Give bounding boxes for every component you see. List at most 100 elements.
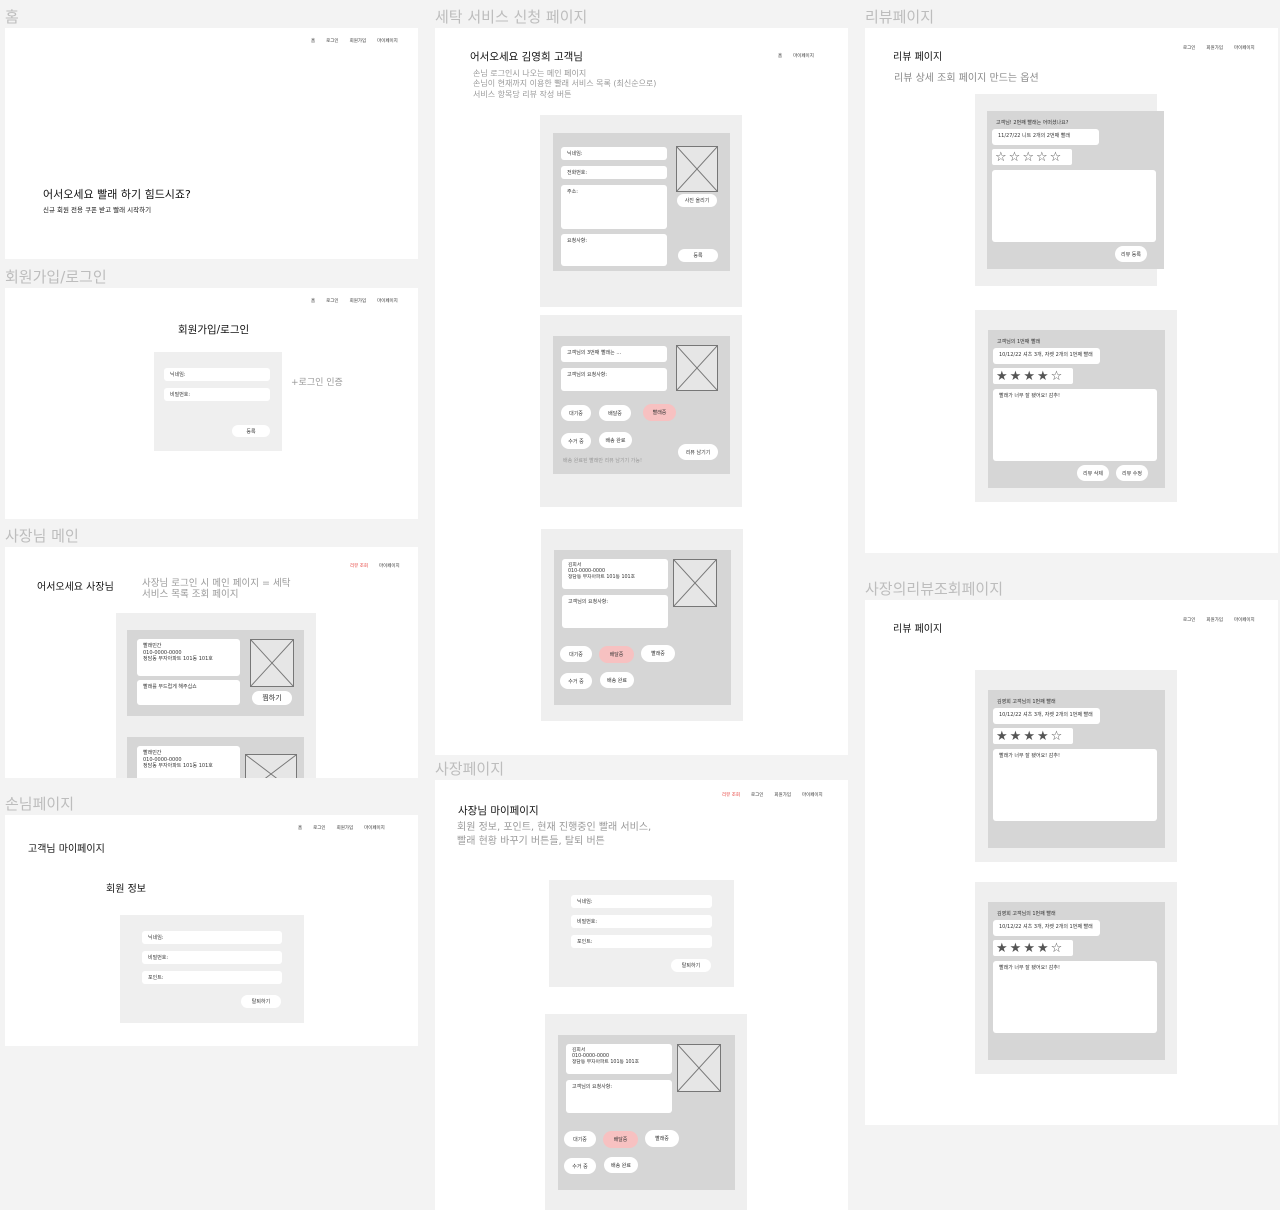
nav-mypage[interactable]: 마이페이지 <box>1234 617 1255 623</box>
status-delivering-button[interactable]: 배달중 <box>599 646 634 663</box>
nav-login[interactable]: 로그인 <box>313 825 325 831</box>
status-washing-button[interactable]: 빨래중 <box>643 404 676 421</box>
leave-review-button[interactable]: 리뷰 남기기 <box>678 444 718 460</box>
nav-home[interactable]: 홈 <box>311 298 315 304</box>
star-filled-icon: ★ <box>1036 728 1049 744</box>
star-rating: ★ ★ ★ ★ ☆ <box>993 940 1073 956</box>
password-field[interactable]: 비밀번호: <box>164 388 270 401</box>
service-card: 김희서 010-0000-0000 정담동 부자아파트 101동 101호 고객… <box>558 1035 735 1190</box>
customer-greeting: 어서오세요 김영희 고객님 <box>470 51 583 63</box>
phone-field[interactable]: 전화번호: <box>561 166 667 179</box>
status-waiting-button[interactable]: 대기중 <box>561 405 591 421</box>
status-delivering-button[interactable]: 배달중 <box>603 1131 638 1148</box>
nav-mypage[interactable]: 마이페이지 <box>1234 45 1255 51</box>
nav-mypage[interactable]: 마이페이지 <box>793 53 814 59</box>
star-empty-icon: ☆ <box>1050 368 1063 384</box>
withdraw-button[interactable]: 탈퇴하기 <box>241 995 281 1008</box>
status-delivering-button[interactable]: 배달중 <box>599 405 631 421</box>
nav-signup[interactable]: 회원가입 <box>350 38 367 44</box>
nav-signup[interactable]: 회원가입 <box>774 792 791 798</box>
history-panel: 김희서 010-0000-0000 정담동 부자아파트 101동 101호 고객… <box>541 529 743 721</box>
nickname-field[interactable]: 닉네임: <box>142 931 282 944</box>
customer-info: 빨래민간 010-0000-0000 정담동 부자아파트 101동 101호 <box>137 746 240 778</box>
star-empty-icon[interactable]: ☆ <box>1036 150 1048 165</box>
nav-login[interactable]: 로그인 <box>326 298 338 304</box>
star-empty-icon[interactable]: ☆ <box>995 150 1007 165</box>
nav-bar: 홈 로그인 회원가입 마이페이지 <box>311 38 398 44</box>
login-panel: 닉네임: 비밀번호: 등록 <box>154 352 282 451</box>
nickname-field[interactable]: 닉네임: <box>561 147 667 160</box>
review-detail-panel: 고객님의 1번째 빨래 10/12/22 셔츠 3개, 자켓 2개의 1번째 빨… <box>975 310 1177 502</box>
nav-signup[interactable]: 회원가입 <box>1206 45 1223 51</box>
customer-info: 김희서 010-0000-0000 정담동 부자아파트 101동 101호 <box>566 1044 672 1074</box>
status-waiting-button[interactable]: 대기중 <box>564 1131 596 1147</box>
status-delivered-button[interactable]: 배송 완료 <box>600 672 634 688</box>
nav-home[interactable]: 홈 <box>311 38 315 44</box>
password-field[interactable]: 비밀번호: <box>142 951 282 964</box>
nickname-field[interactable]: 닉네임: <box>571 895 712 908</box>
nav-mypage[interactable]: 마이페이지 <box>802 792 823 798</box>
nav-bar: 로그인 회원가입 마이페이지 <box>1183 617 1255 623</box>
status-pickup-button[interactable]: 수거 중 <box>561 433 591 449</box>
nav-login[interactable]: 로그인 <box>1183 617 1195 623</box>
status-washing-button[interactable]: 빨래중 <box>641 645 675 662</box>
star-empty-icon[interactable]: ☆ <box>1022 150 1034 165</box>
frame-laundry-request: 홈 마이페이지 어서오세요 김영희 고객님 손님 로그인시 나오는 메인 페이지… <box>435 28 848 755</box>
nav-review-lookup[interactable]: 리뷰 조회 <box>722 792 740 798</box>
status-pickup-button[interactable]: 수거 중 <box>564 1158 596 1174</box>
service-card: 빨래민간 010-0000-0000 정담동 부자아파트 101동 101호 빨… <box>127 630 304 716</box>
password-field[interactable]: 비밀번호: <box>571 915 712 928</box>
nickname-field[interactable]: 닉네임: <box>164 368 270 381</box>
star-filled-icon: ★ <box>1023 940 1035 956</box>
star-empty-icon[interactable]: ☆ <box>1050 150 1062 165</box>
star-rating[interactable]: ☆ ☆ ☆ ☆ ☆ <box>992 149 1072 165</box>
edit-review-button[interactable]: 리뷰 수정 <box>1116 465 1148 481</box>
nav-login[interactable]: 로그인 <box>1183 45 1195 51</box>
request-note-field[interactable]: 요청사항: <box>561 234 667 266</box>
nav-signup[interactable]: 회원가입 <box>1206 617 1223 623</box>
nav-home[interactable]: 홈 <box>298 825 302 831</box>
nav-signup[interactable]: 회원가입 <box>337 825 354 831</box>
upload-photo-button[interactable]: 사진 올리기 <box>677 194 717 207</box>
address-field[interactable]: 주소: <box>561 185 667 229</box>
nav-mypage[interactable]: 마이페이지 <box>379 563 400 569</box>
nav-signup[interactable]: 회원가입 <box>350 298 367 304</box>
delete-review-button[interactable]: 리뷰 삭제 <box>1077 465 1109 481</box>
laundry-title: 고객님의 3번째 빨래는 ... <box>561 346 667 362</box>
submit-review-button[interactable]: 리뷰 등록 <box>1115 246 1147 262</box>
nav-bar: 홈 마이페이지 <box>778 53 814 59</box>
home-coupon-link[interactable]: 신규 회원 전용 쿠폰 받고 빨래 시작하기 <box>43 204 151 214</box>
frame-title-customer: 손님페이지 <box>5 795 75 813</box>
nav-review-lookup[interactable]: 리뷰 조회 <box>350 563 368 569</box>
register-button[interactable]: 등록 <box>678 249 718 262</box>
login-auth-note: +로그인 인증 <box>291 378 343 388</box>
frame-owner-review: 로그인 회원가입 마이페이지 리뷰 페이지 김영희 고객님의 1번째 빨래 10… <box>865 600 1278 1125</box>
owner-greeting: 어서오세요 사장님 <box>37 582 114 593</box>
history-card: 고객님의 3번째 빨래는 ... 고객님의 요청사항: 대기중 배달중 빨래중 … <box>553 336 730 474</box>
frame-signup: 홈 로그인 회원가입 마이페이지 회원가입/로그인 닉네임: 비밀번호: 등록 … <box>5 288 418 519</box>
review-label: 김영희 고객님의 1번째 빨래 <box>997 699 1056 705</box>
star-empty-icon: ☆ <box>1050 728 1063 744</box>
status-waiting-button[interactable]: 대기중 <box>560 646 592 662</box>
nav-mypage[interactable]: 마이페이지 <box>364 825 385 831</box>
page-title: 고객님 마이페이지 <box>28 844 105 855</box>
review-detail-card: 고객님의 1번째 빨래 10/12/22 셔츠 3개, 자켓 2개의 1번째 빨… <box>988 330 1165 488</box>
nav-bar: 홈 로그인 회원가입 마이페이지 <box>298 825 385 831</box>
nav-mypage[interactable]: 마이페이지 <box>377 38 398 44</box>
status-pickup-button[interactable]: 수거 중 <box>560 673 592 689</box>
nav-login[interactable]: 로그인 <box>326 38 338 44</box>
withdraw-button[interactable]: 탈퇴하기 <box>671 959 711 972</box>
star-empty-icon[interactable]: ☆ <box>1009 150 1021 165</box>
review-label: 김영희 고객님의 1번째 빨래 <box>997 911 1056 917</box>
review-textarea[interactable] <box>992 170 1156 242</box>
star-rating: ★ ★ ★ ★ ☆ <box>993 368 1073 384</box>
nav-home[interactable]: 홈 <box>778 53 782 59</box>
register-button[interactable]: 등록 <box>232 425 270 437</box>
laundry-detail: 10/12/22 셔츠 3개, 자켓 2개의 1번째 빨래 <box>993 708 1100 724</box>
status-delivered-button[interactable]: 배송 완료 <box>599 432 632 448</box>
status-washing-button[interactable]: 빨래중 <box>645 1130 679 1147</box>
status-delivered-button[interactable]: 배송 완료 <box>604 1157 638 1173</box>
bookmark-button[interactable]: 찜하기 <box>252 691 292 705</box>
nav-mypage[interactable]: 마이페이지 <box>377 298 398 304</box>
nav-login[interactable]: 로그인 <box>751 792 763 798</box>
